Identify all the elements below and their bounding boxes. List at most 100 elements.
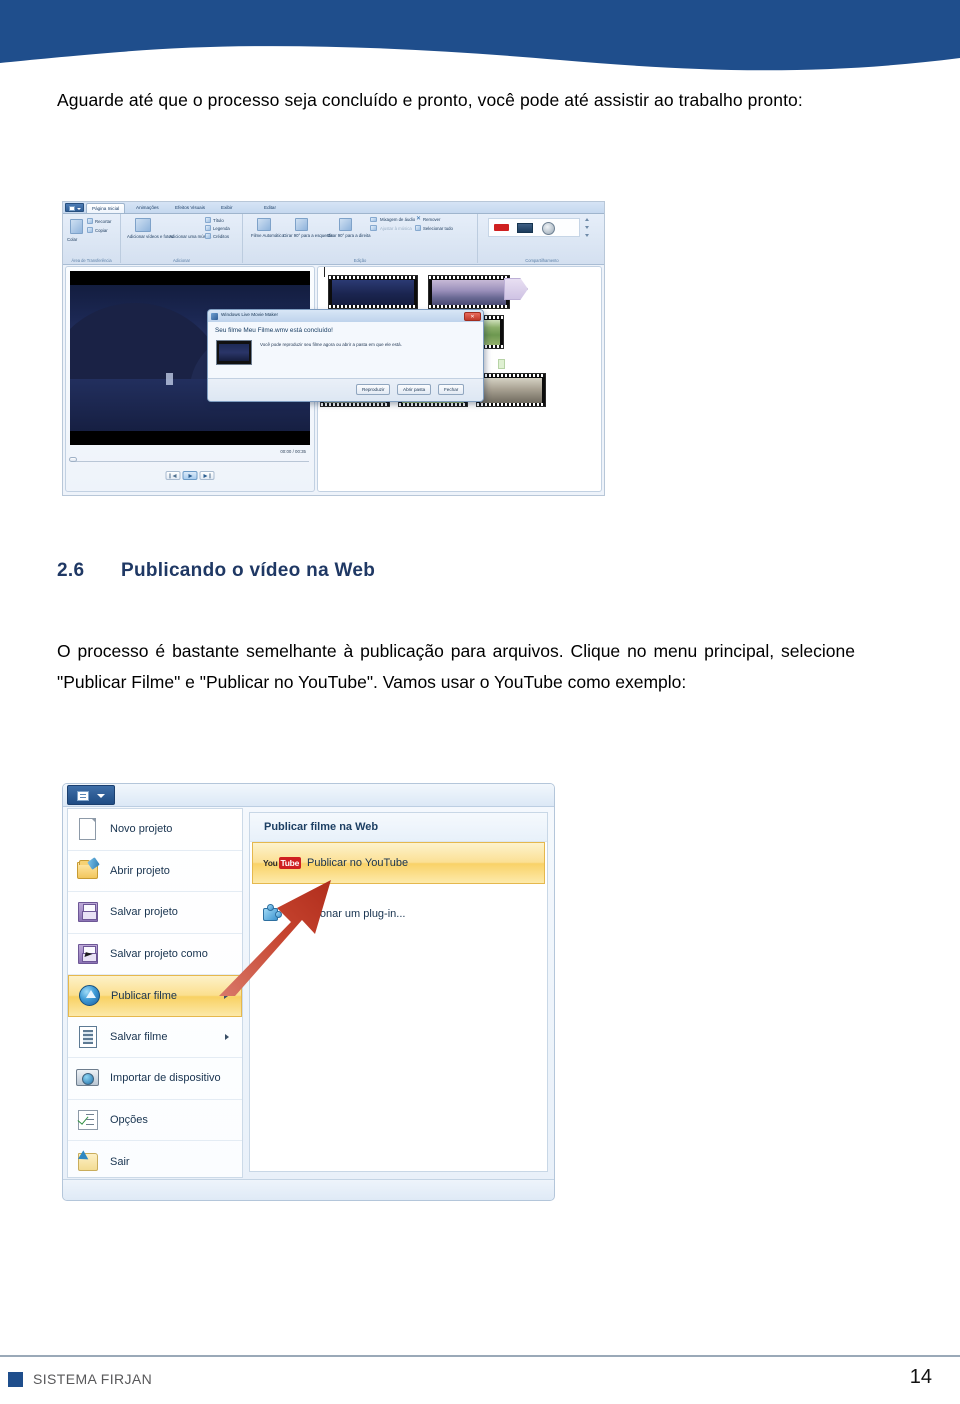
scroll-up-icon[interactable] <box>585 218 589 221</box>
open-folder-icon <box>76 856 100 884</box>
play-icon <box>188 473 192 478</box>
add-videos-photos-icon[interactable] <box>135 218 151 232</box>
menu-item-salvar-filme[interactable]: Salvar filme <box>68 1017 242 1058</box>
dialog-footer: Reproduzir Abrir pasta Fechar <box>208 378 483 401</box>
thumbnail-image <box>219 344 249 361</box>
camera-icon <box>76 1065 100 1091</box>
auto-movie-label[interactable]: Filme Automático <box>251 233 284 238</box>
play-button[interactable] <box>182 471 198 480</box>
menu-bottom-bar <box>63 1179 554 1200</box>
add-videos-photos-label[interactable]: Adicionar vídeos e fotos <box>127 234 173 239</box>
remove-x-icon[interactable]: ✕ <box>415 216 422 222</box>
annotation-arrow-icon <box>219 880 331 996</box>
title-icon[interactable] <box>205 217 211 223</box>
footer-brand: SISTEMA FIRJAN <box>33 1371 153 1387</box>
seek-handle[interactable] <box>69 457 77 462</box>
menu-item-label: Salvar projeto como <box>110 947 208 960</box>
clip-thumbnail <box>432 279 506 305</box>
next-frame-button[interactable] <box>199 471 215 480</box>
copy-label[interactable]: Copiar <box>95 228 108 233</box>
scroll-down-icon[interactable] <box>585 226 589 229</box>
storyboard-clip-1[interactable] <box>328 275 418 309</box>
add-music-icon[interactable] <box>181 218 191 232</box>
app-menu-button[interactable] <box>67 785 115 805</box>
paste-icon[interactable] <box>70 219 83 234</box>
remove-label[interactable]: Remover <box>423 217 440 222</box>
reproduzir-button[interactable]: Reproduzir <box>356 384 391 395</box>
share-gallery <box>488 218 580 237</box>
abrir-pasta-button[interactable]: Abrir pasta <box>397 384 432 395</box>
footer-divider <box>0 1355 960 1357</box>
credits-label[interactable]: Créditos <box>213 234 229 239</box>
section-title: Publicando o vídeo na Web <box>121 560 376 581</box>
previous-frame-button[interactable] <box>165 471 181 480</box>
select-all-icon[interactable] <box>415 225 421 231</box>
copy-icon[interactable] <box>87 227 93 233</box>
submenu-header: Publicar filme na Web <box>250 813 547 842</box>
next-bar-icon <box>209 472 211 479</box>
light-reflection <box>166 373 173 385</box>
dialog-message: Você pode reproduzir seu filme agora ou … <box>260 342 402 347</box>
seek-bar[interactable] <box>71 461 309 462</box>
ribbon-group-edicao: Filme Automático Girar 90° para a esquer… <box>243 214 478 263</box>
transition-marker[interactable] <box>504 278 528 300</box>
film-perforation-bottom <box>399 403 467 406</box>
playhead[interactable] <box>324 267 325 277</box>
cut-icon[interactable] <box>87 218 93 224</box>
storyboard-clip-2[interactable] <box>428 275 510 309</box>
title-label[interactable]: Título <box>213 218 224 223</box>
fechar-button[interactable]: Fechar <box>438 384 465 395</box>
rotate-right-label[interactable]: Girar 90° para a direita <box>327 233 371 238</box>
cut-label[interactable]: Recortar <box>95 219 111 224</box>
tab-pagina-inicial[interactable]: Página Inicial <box>86 203 126 213</box>
share-scroll-arrows[interactable] <box>585 218 590 237</box>
rotate-left-label[interactable]: Girar 90° para a esquerda <box>283 233 333 238</box>
app-menu-glyph <box>69 205 75 211</box>
computer-share-icon[interactable] <box>517 223 533 233</box>
playback-timecode: 00:00 / 00:35 <box>280 449 306 454</box>
tab-animacoes[interactable]: Animações <box>131 203 164 213</box>
menu-title-bar <box>63 784 554 807</box>
clip-thumbnail <box>332 279 414 305</box>
auto-movie-icon[interactable] <box>257 218 271 231</box>
fit-to-music-label[interactable]: Ajustar à música <box>380 226 412 231</box>
rotate-left-icon[interactable] <box>295 218 308 231</box>
caption-icon[interactable] <box>205 225 211 231</box>
tab-exibir[interactable]: Exibir <box>216 203 238 213</box>
group-label-clipboard: Área de Transferência <box>71 258 112 263</box>
menu-item-sair[interactable]: Sair <box>68 1141 242 1183</box>
menu-item-label: Abrir projeto <box>110 864 170 877</box>
menu-item-importar-de-dispositivo[interactable]: Importar de dispositivo <box>68 1058 242 1100</box>
credits-icon[interactable] <box>205 233 211 239</box>
menu-item-novo-projeto[interactable]: Novo projeto <box>68 809 242 851</box>
tab-editar[interactable]: Editar <box>259 203 281 213</box>
body-paragraph: O processo é bastante semelhante à publi… <box>57 641 855 692</box>
app-menu-button[interactable] <box>65 203 84 212</box>
tab-efeitos-visuais[interactable]: Efeitos Visuais <box>170 203 210 213</box>
close-icon[interactable]: ✕ <box>464 311 481 321</box>
youtube-logo: You Tube <box>263 856 302 871</box>
fit-to-music-icon[interactable] <box>370 225 377 231</box>
audio-mix-label[interactable]: Mixagem de áudio <box>380 217 415 222</box>
firjan-logo-icon <box>8 1372 23 1387</box>
globe-upload-icon <box>77 983 101 1009</box>
youtube-share-icon[interactable] <box>494 224 509 231</box>
dvd-share-icon[interactable] <box>542 222 555 235</box>
dialog-heading: Seu filme Meu Filme.wmv está concluído! <box>215 327 333 334</box>
audio-mix-icon[interactable] <box>370 217 377 222</box>
completion-dialog[interactable]: Windows Live Movie Maker ✕ Seu filme Meu… <box>207 309 484 402</box>
caption-label[interactable]: Legenda <box>213 226 230 231</box>
menu-item-opcoes[interactable]: Opções <box>68 1100 242 1141</box>
storyboard-clip-8[interactable] <box>476 373 546 407</box>
chevron-down-icon <box>97 794 105 798</box>
menu-item-label: Importar de dispositivo <box>110 1072 221 1085</box>
rotate-right-icon[interactable] <box>339 218 352 231</box>
paste-label[interactable]: Colar <box>67 237 77 242</box>
page-content: Aguarde até que o processo seja concluíd… <box>0 78 960 1324</box>
group-label-edicao: Edição <box>353 258 367 263</box>
submenu-item-label: Publicar no YouTube <box>307 857 409 869</box>
scroll-more-icon[interactable] <box>585 234 589 237</box>
film-perforation-bottom <box>329 305 417 308</box>
transport-controls[interactable] <box>165 471 215 480</box>
select-all-label[interactable]: Selecionar tudo <box>423 226 453 231</box>
